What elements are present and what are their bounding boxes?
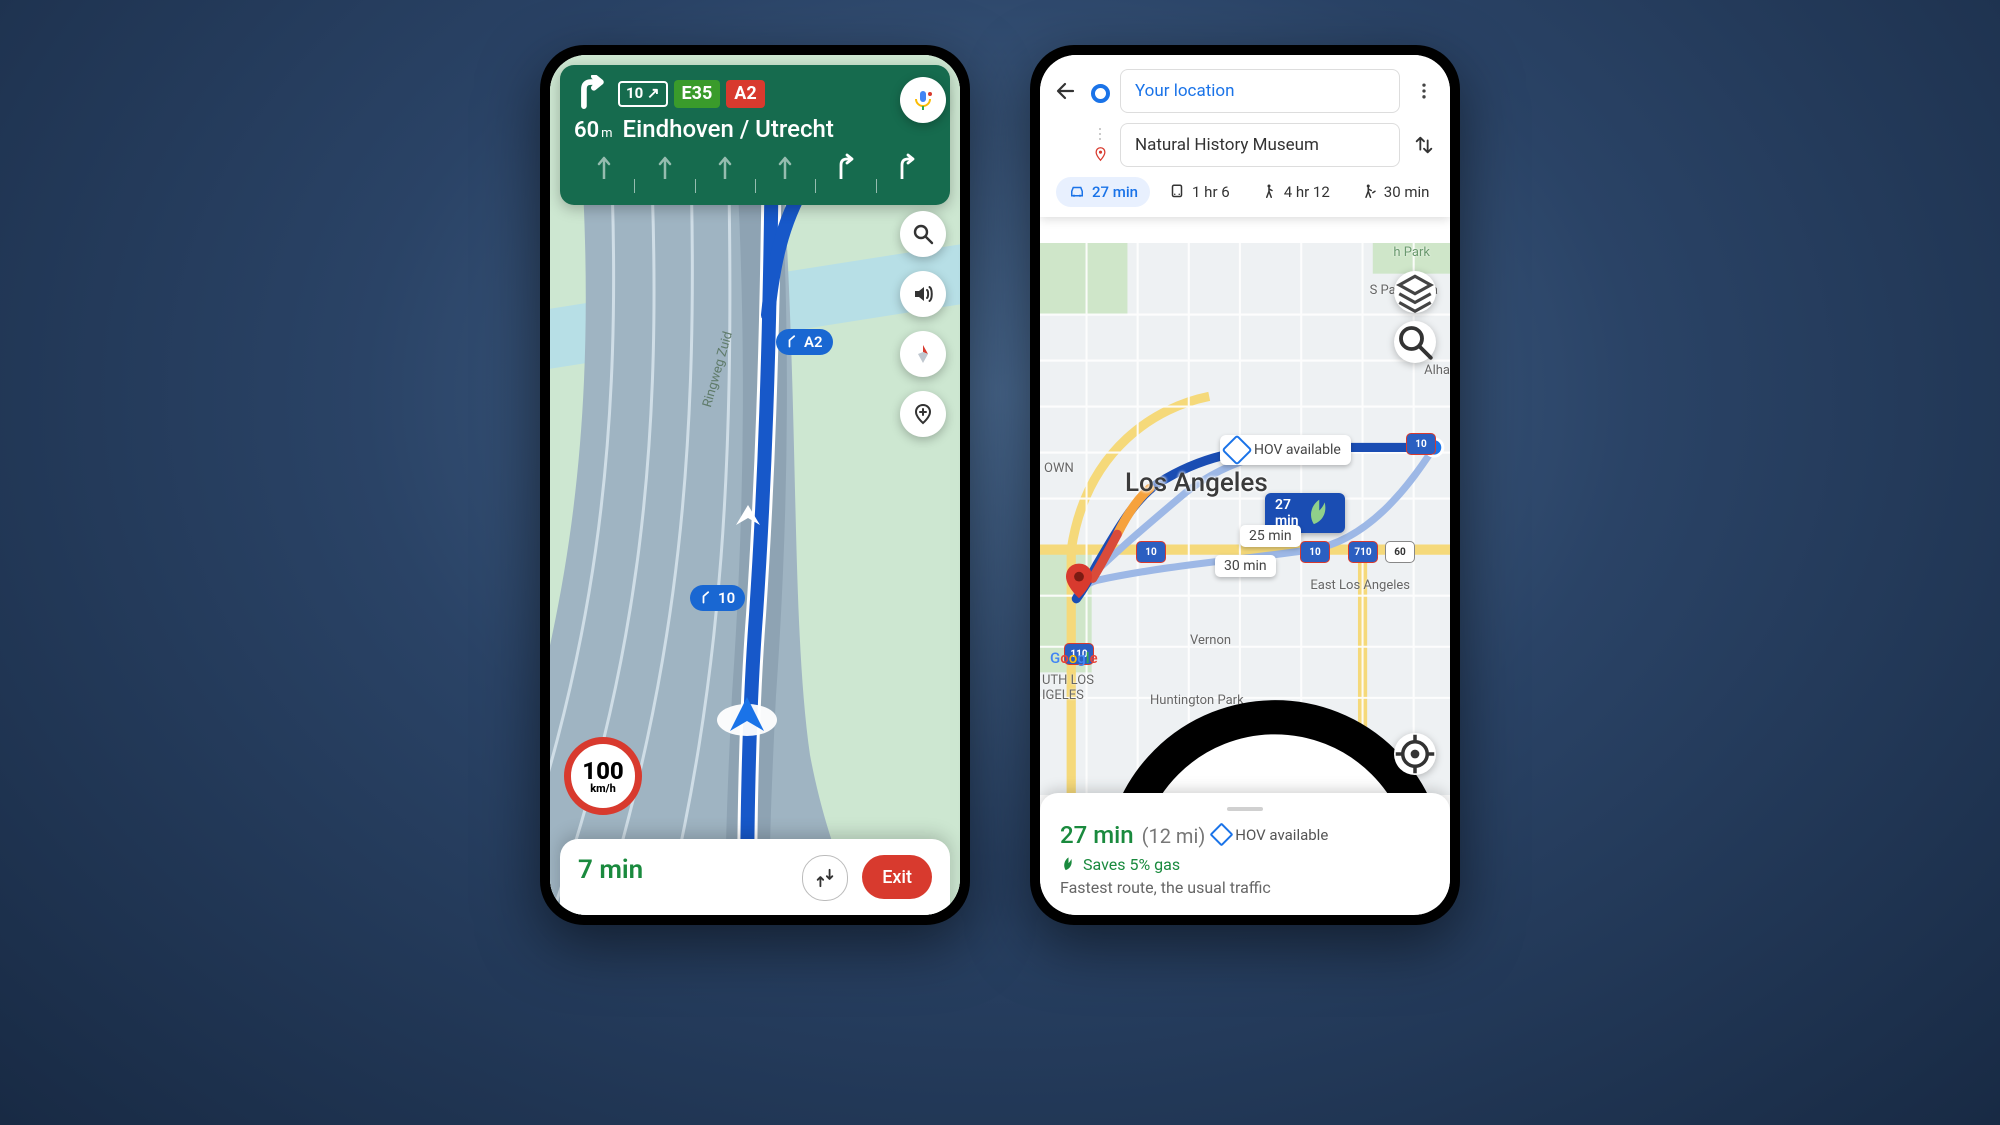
lane-straight-icon bbox=[695, 153, 755, 193]
compass-button[interactable] bbox=[900, 331, 946, 377]
hov-diamond-icon bbox=[1221, 434, 1252, 465]
navigation-bottom-sheet[interactable]: 7 min Exit bbox=[560, 839, 950, 915]
area-label-own: OWN bbox=[1044, 461, 1074, 476]
exit-button-label: Exit bbox=[882, 867, 912, 888]
audio-toggle-button[interactable] bbox=[900, 271, 946, 317]
turn-right-icon bbox=[574, 75, 608, 113]
route-summary-sheet[interactable]: 27 min (12 mi) HOV available Saves 5% ga… bbox=[1040, 793, 1450, 915]
hov-bubble-label: HOV available bbox=[1254, 442, 1341, 458]
exit-navigation-button[interactable]: Exit bbox=[862, 855, 932, 899]
lane-straight-icon bbox=[574, 153, 634, 193]
shield-i10: 10 bbox=[1136, 541, 1166, 563]
phone-directions: Your location Natural History Museum bbox=[1030, 45, 1460, 925]
alt-route-bubble-1[interactable]: 25 min bbox=[1240, 525, 1301, 547]
origin-field-text: Your location bbox=[1135, 81, 1234, 101]
hov-available-bubble[interactable]: HOV available bbox=[1220, 435, 1351, 465]
direction-banner[interactable]: 10 ↗ E35 A2 60m Eindhoven / Utrecht bbox=[560, 65, 950, 205]
map-search-button[interactable] bbox=[1394, 321, 1436, 363]
route-bubble-exit10[interactable]: 10 bbox=[690, 585, 745, 611]
destination-marker-icon bbox=[1090, 128, 1110, 163]
summary-distance: (12 mi) bbox=[1142, 824, 1206, 848]
sheet-drag-handle[interactable] bbox=[1227, 807, 1263, 811]
area-label-east-la: East Los Angeles bbox=[1310, 578, 1410, 593]
origin-field[interactable]: Your location bbox=[1120, 69, 1400, 113]
destination-field-text: Natural History Museum bbox=[1135, 135, 1319, 155]
mode-drive-tab[interactable]: 27 min bbox=[1056, 177, 1150, 207]
area-label-alha: Alha bbox=[1424, 363, 1450, 378]
travel-mode-tabs: 27 min 1 hr 6 4 hr 12 30 min bbox=[1052, 177, 1438, 207]
road-shield-e35: E35 bbox=[674, 80, 721, 107]
destination-pin-icon bbox=[1066, 563, 1092, 599]
directions-map[interactable]: Los Angeles S Pasadena Alha East Los Ang… bbox=[1040, 243, 1450, 795]
shield-i10: 10 bbox=[1406, 433, 1436, 455]
summary-time: 27 min bbox=[1060, 821, 1134, 849]
mode-walk-tab[interactable]: 4 hr 12 bbox=[1248, 177, 1342, 207]
directions-header: Your location Natural History Museum bbox=[1040, 55, 1450, 217]
eco-savings-row: Saves 5% gas bbox=[1060, 855, 1430, 874]
eco-savings-text: Saves 5% gas bbox=[1083, 855, 1180, 874]
swap-endpoints-button[interactable] bbox=[1410, 134, 1438, 156]
recenter-button[interactable] bbox=[1394, 733, 1436, 775]
shield-us60: 60 bbox=[1385, 541, 1415, 563]
leaf-icon bbox=[1060, 856, 1077, 873]
map-layers-button[interactable] bbox=[1394, 271, 1436, 313]
alternate-routes-button[interactable] bbox=[802, 855, 848, 901]
route-bubble-a2[interactable]: A2 bbox=[776, 329, 833, 355]
search-button[interactable] bbox=[900, 211, 946, 257]
leaf-icon bbox=[1303, 497, 1335, 529]
google-logo: Google bbox=[1050, 649, 1098, 667]
mode-transit-tab[interactable]: 1 hr 6 bbox=[1156, 177, 1242, 207]
report-button[interactable] bbox=[900, 391, 946, 437]
route-bubble-exit10-label: 10 bbox=[718, 589, 735, 607]
shield-i10: 10 bbox=[1300, 541, 1330, 563]
speed-limit-sign: 100 km/h bbox=[564, 737, 642, 815]
voice-search-button[interactable] bbox=[900, 77, 946, 123]
mode-walk-label: 4 hr 12 bbox=[1284, 183, 1330, 201]
summary-hov-label: HOV available bbox=[1235, 826, 1328, 844]
shield-i710: 710 bbox=[1348, 541, 1378, 563]
mode-drive-label: 27 min bbox=[1092, 183, 1138, 201]
city-label-los-angeles: Los Angeles bbox=[1125, 468, 1268, 498]
area-label-park: h Park bbox=[1393, 245, 1430, 260]
lane-straight-icon bbox=[755, 153, 815, 193]
distance-to-turn: 60m bbox=[574, 118, 613, 143]
mode-rideshare-label: 30 min bbox=[1384, 183, 1430, 201]
alt-route-bubble-2[interactable]: 30 min bbox=[1215, 555, 1276, 577]
exit-shield: 10 ↗ bbox=[618, 81, 668, 107]
route-subtitle: Fastest route, the usual traffic bbox=[1060, 878, 1430, 897]
mode-transit-label: 1 hr 6 bbox=[1192, 183, 1230, 201]
lane-straight-icon bbox=[634, 153, 694, 193]
mode-rideshare-tab[interactable]: 30 min bbox=[1348, 177, 1438, 207]
overflow-menu-button[interactable] bbox=[1410, 81, 1438, 101]
phone-navigation: Ringweg Zuid A2 10 10 ↗ bbox=[540, 45, 970, 925]
eta-text: 7 min bbox=[578, 855, 643, 885]
destination-text: Eindhoven / Utrecht bbox=[623, 115, 834, 143]
summary-hov: HOV available bbox=[1213, 826, 1328, 844]
lane-right-icon bbox=[815, 153, 875, 193]
destination-field[interactable]: Natural History Museum bbox=[1120, 123, 1400, 167]
road-shield-a2: A2 bbox=[726, 80, 764, 107]
hov-diamond-icon bbox=[1210, 822, 1234, 846]
lane-guidance bbox=[574, 153, 936, 193]
origin-marker-icon bbox=[1090, 80, 1110, 103]
route-bubble-a2-label: A2 bbox=[804, 333, 823, 351]
back-button[interactable] bbox=[1052, 79, 1080, 103]
